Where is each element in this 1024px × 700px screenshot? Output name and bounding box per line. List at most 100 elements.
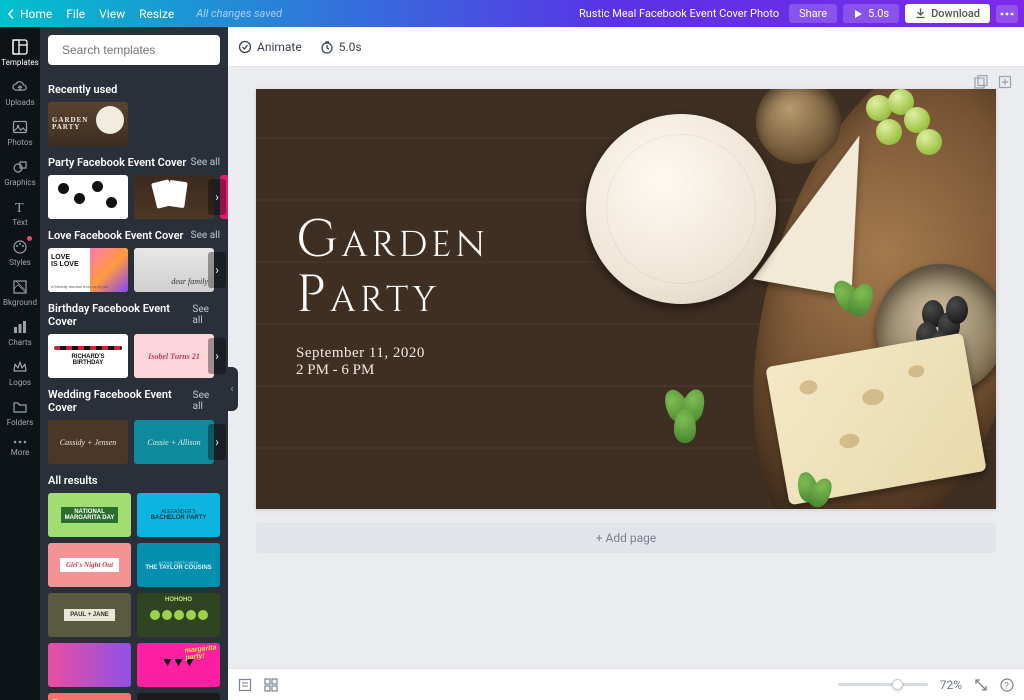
grid-view-icon[interactable] xyxy=(264,678,278,692)
section-recently-used: Recently used xyxy=(48,83,117,96)
share-button[interactable]: Share xyxy=(789,4,837,23)
rail-text[interactable]: TText xyxy=(0,193,40,233)
see-all-party[interactable]: See all xyxy=(191,157,220,168)
template-thumb[interactable]: A POOL PARTY WITHTHE TAYLOR COUSINS xyxy=(137,543,220,587)
event-time: 2 PM - 6 PM xyxy=(296,362,489,379)
zoom-slider[interactable] xyxy=(838,683,928,686)
rail-more[interactable]: More xyxy=(0,433,40,463)
rail-styles-label: Styles xyxy=(9,258,30,267)
event-date: September 11, 2020 xyxy=(296,345,489,362)
play-duration: 5.0s xyxy=(868,7,889,20)
thumb-label: BACHELOR PARTY xyxy=(151,515,207,521)
rail-folders[interactable]: Folders xyxy=(0,393,40,433)
row-next-button[interactable]: › xyxy=(208,424,226,460)
template-thumb[interactable]: Cassidy + Jensen xyxy=(48,420,128,464)
ellipsis-icon xyxy=(12,439,28,445)
ellipsis-icon xyxy=(1000,12,1014,16)
rail-background[interactable]: Bkground xyxy=(0,273,40,313)
shapes-icon xyxy=(12,159,28,175)
more-menu-button[interactable] xyxy=(996,5,1018,23)
add-page-button[interactable]: + Add page xyxy=(256,523,996,553)
canvas-stage[interactable]: GardenParty September 11, 2020 2 PM - 6 … xyxy=(228,67,1024,668)
zoom-value[interactable]: 72% xyxy=(940,678,962,692)
templates-panel: Recently used GARDEN PARTY Party Faceboo… xyxy=(40,27,228,700)
template-thumb[interactable]: SHOW US WHAT YOU'VE GOT xyxy=(48,693,131,700)
thumb-label: HOHOHO xyxy=(165,597,192,603)
download-label: Download xyxy=(931,7,980,20)
template-thumb[interactable]: ALEXANDER'SBACHELOR PARTY xyxy=(137,493,220,537)
rail-background-label: Bkground xyxy=(3,298,37,307)
see-all-wedding[interactable]: See all xyxy=(193,390,220,412)
thumb-label: Cassidy + Jensen xyxy=(60,438,117,447)
duplicate-page-icon[interactable] xyxy=(974,75,988,89)
template-thumb[interactable]: Girl's Night Out xyxy=(48,543,131,587)
template-thumb[interactable]: NATIONAL MARGARITA DAY xyxy=(48,493,131,537)
template-thumb[interactable]: dear family xyxy=(134,248,214,292)
artboard[interactable]: GardenParty September 11, 2020 2 PM - 6 … xyxy=(256,89,996,509)
template-thumb[interactable]: HOHOHO xyxy=(137,593,220,637)
template-thumb[interactable]: Isobel Turns 21 xyxy=(134,334,214,378)
design-text-group[interactable]: GardenParty September 11, 2020 2 PM - 6 … xyxy=(296,89,489,379)
home-button[interactable]: Home xyxy=(6,7,52,21)
menu-resize[interactable]: Resize xyxy=(139,7,174,21)
add-page-icon[interactable] xyxy=(998,75,1012,89)
template-thumb[interactable] xyxy=(48,175,128,219)
see-all-birthday[interactable]: See all xyxy=(192,304,220,326)
rail-graphics[interactable]: Graphics xyxy=(0,153,40,193)
clock-icon xyxy=(320,40,334,54)
template-thumb[interactable]: GARDEN PARTY xyxy=(48,102,128,146)
menu-view[interactable]: View xyxy=(99,7,125,21)
template-thumb[interactable]: margarita party! xyxy=(137,643,220,687)
thumb-sub: A friendly reunion from us to you xyxy=(51,284,108,289)
row-next-button[interactable]: › xyxy=(208,252,226,288)
thumb-label: dear family xyxy=(171,277,208,286)
rail-styles[interactable]: Styles xyxy=(0,233,40,273)
template-thumb[interactable]: RICHARD'S BIRTHDAY xyxy=(48,334,128,378)
canvas-area: Animate 5.0s xyxy=(228,27,1024,700)
template-thumb[interactable]: CASINO NIGHT xyxy=(137,693,220,700)
rail-uploads[interactable]: Uploads xyxy=(0,73,40,113)
help-icon[interactable]: ? xyxy=(1000,678,1014,692)
template-thumb[interactable]: Cassie + Allison xyxy=(134,420,214,464)
rail-logos[interactable]: Logos xyxy=(0,353,40,393)
cloud-upload-icon xyxy=(12,79,28,95)
rail-photos[interactable]: Photos xyxy=(0,113,40,153)
rail-templates[interactable]: Templates xyxy=(0,33,40,73)
title-line-2: Party xyxy=(296,261,440,331)
photo-icon xyxy=(12,119,28,135)
fullscreen-icon[interactable] xyxy=(974,678,988,692)
template-thumb[interactable] xyxy=(134,175,214,219)
rail-logos-label: Logos xyxy=(9,378,31,387)
menu-file[interactable]: File xyxy=(66,7,85,21)
animate-button[interactable]: Animate xyxy=(238,40,302,54)
thumb-label: THE TAYLOR COUSINS xyxy=(145,565,211,571)
section-wedding: Wedding Facebook Event Cover xyxy=(48,388,193,414)
svg-text:?: ? xyxy=(1005,681,1009,691)
autosave-status: All changes saved xyxy=(196,7,282,20)
thumb-label: LOVE IS LOVE xyxy=(51,254,79,268)
rail-graphics-label: Graphics xyxy=(4,178,36,187)
template-thumb[interactable]: PAUL + JANE xyxy=(48,593,131,637)
folder-icon xyxy=(12,399,28,415)
duration-button[interactable]: 5.0s xyxy=(320,40,362,54)
row-next-button[interactable]: › xyxy=(208,179,226,215)
chart-icon xyxy=(12,319,28,335)
rail-charts[interactable]: Charts xyxy=(0,313,40,353)
template-search[interactable] xyxy=(48,35,220,65)
template-thumb[interactable] xyxy=(48,643,131,687)
section-birthday: Birthday Facebook Event Cover xyxy=(48,302,192,328)
row-next-button[interactable]: › xyxy=(208,338,226,374)
template-thumb[interactable]: LOVE IS LOVE A friendly reunion from us … xyxy=(48,248,128,292)
rail-photos-label: Photos xyxy=(7,138,32,147)
notes-icon[interactable] xyxy=(238,678,252,692)
animate-label: Animate xyxy=(257,40,302,54)
download-button[interactable]: Download xyxy=(905,4,990,23)
search-input[interactable] xyxy=(62,43,217,57)
thumb-label: RICHARD'S BIRTHDAY xyxy=(71,354,104,366)
background-icon xyxy=(12,279,28,295)
document-title[interactable]: Rustic Meal Facebook Event Cover Photo xyxy=(579,7,779,20)
thumb-label: margarita party! xyxy=(184,644,217,661)
play-button[interactable]: 5.0s xyxy=(843,4,899,23)
bottom-bar: 72% ? xyxy=(228,668,1024,700)
see-all-love[interactable]: See all xyxy=(191,230,220,241)
